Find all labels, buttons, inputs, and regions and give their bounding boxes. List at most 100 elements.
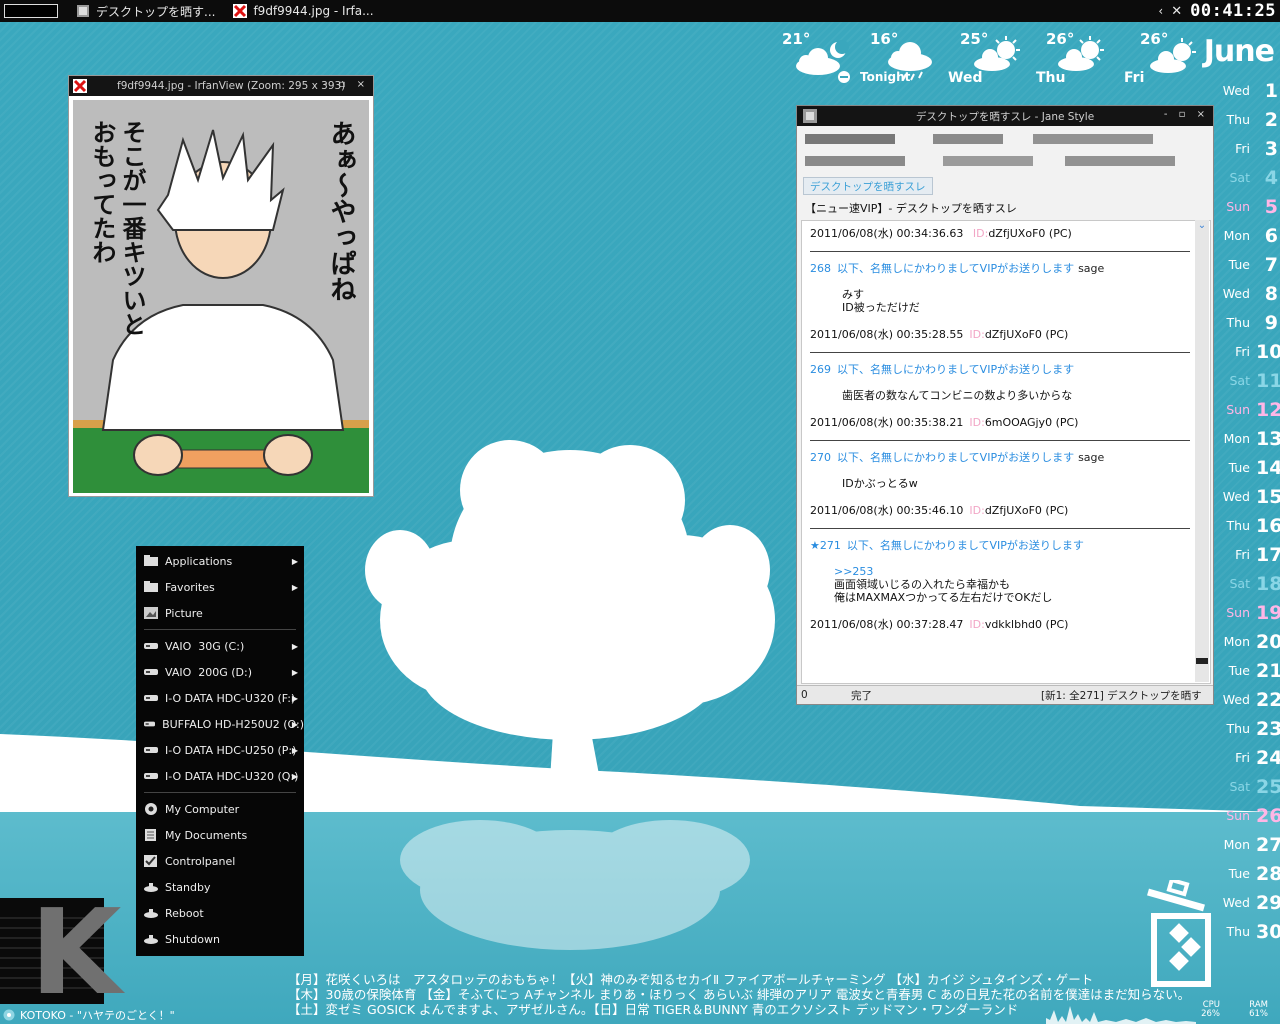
calendar-day: Fri 10 xyxy=(1212,337,1280,366)
menu-item-controlpanel[interactable]: Controlpanel xyxy=(136,848,304,874)
post: 268 以下、名無しにかわりましてVIPがお送りします sage みす ID被っただけだ… xyxy=(810,260,1190,353)
recycle-bin-icon[interactable] xyxy=(1142,880,1220,990)
post-date-row: 2011/06/08(水) 00:35:46.10 ID:dZfjUXoF0 (P… xyxy=(810,502,1190,518)
weather-fri: 26° Fri xyxy=(1122,28,1202,92)
post-id[interactable]: dZfjUXoF0 (PC) xyxy=(985,328,1068,341)
calendar-day: Tue 14 xyxy=(1212,453,1280,482)
taskbar: デスクトップを晒す... f9df9944.jpg - Irfa... ‹ ✕ … xyxy=(0,0,1280,22)
menu-separator xyxy=(144,792,296,793)
calendar-day: Wed 29 xyxy=(1212,888,1280,917)
menu-item-i-o-data-hdc-u320-f[interactable]: I-O DATA HDC-U320 (F:) ▶ xyxy=(136,685,304,711)
taskbar-workspace-box[interactable] xyxy=(4,4,58,18)
calendar-day: Sat 18 xyxy=(1212,569,1280,598)
menu-item-vaio-200g-d[interactable]: VAIO 200G (D:) ▶ xyxy=(136,659,304,685)
menu-item-applications[interactable]: Applications ▶ xyxy=(136,548,304,574)
window-titlebar[interactable]: デスクトップを晒すスレ - Jane Style - ▫ × xyxy=(797,106,1213,126)
calendar-date: 12 xyxy=(1256,398,1280,421)
calendar-weekday: Thu xyxy=(1226,518,1250,533)
chevron-left-icon[interactable]: ‹ xyxy=(1158,4,1163,18)
scrollbar[interactable]: ⌄ xyxy=(1195,220,1209,682)
post-date: 2011/06/08(水) 00:35:38.21 xyxy=(810,416,964,429)
weather-widget: 21° 16° Tonight 25° Wed 26° Thu 26° Fri xyxy=(776,28,1206,92)
irfanview-window[interactable]: f9df9944.jpg - IrfanView (Zoom: 295 x 39… xyxy=(68,75,374,497)
folder-icon xyxy=(144,555,158,566)
drive-icon xyxy=(144,695,158,701)
post-id[interactable]: dZfjUXoF0 (PC) xyxy=(985,504,1068,517)
calendar-weekday: Fri xyxy=(1235,547,1250,562)
submenu-arrow-icon: ▶ xyxy=(291,745,298,755)
post-date: 2011/06/08(水) 00:35:46.10 xyxy=(810,504,964,517)
post-anchor-link[interactable]: >>253 xyxy=(834,565,1190,578)
menu-item-buffalo-hd-h250u2-o[interactable]: BUFFALO HD-H250U2 (O:) ▶ xyxy=(136,711,304,737)
calendar-day: Sun 12 xyxy=(1212,395,1280,424)
tab-thread[interactable]: デスクトップを晒すスレ xyxy=(803,177,933,195)
post-line: 俺はMAXMAXつかってる左右だけでOKだし xyxy=(834,591,1053,604)
menu-item-picture[interactable]: Picture xyxy=(136,600,304,626)
post-header: ★271 以下、名無しにかわりましてVIPがお送りします xyxy=(810,537,1190,553)
calendar-day: Tue 28 xyxy=(1212,859,1280,888)
kotoko-album-art: K xyxy=(0,893,121,1011)
menu-item-label: My Documents xyxy=(165,828,248,842)
window-controls[interactable]: - ▫ × xyxy=(1164,109,1209,120)
taskbar-task-jane[interactable]: デスクトップを晒す... xyxy=(76,0,215,22)
calendar-date: 28 xyxy=(1256,862,1280,885)
post-id[interactable]: vdkklbhd0 (PC) xyxy=(985,618,1069,631)
menu-item-label: Picture xyxy=(165,606,203,620)
calendar-weekday: Wed xyxy=(1222,83,1250,98)
calendar-date: 27 xyxy=(1256,833,1280,856)
menu-item-my-computer[interactable]: My Computer xyxy=(136,796,304,822)
post-id: dZfjUXoF0 (PC) xyxy=(988,227,1072,240)
thread-title: 【ニュー速VIP】- デスクトップを晒すスレ xyxy=(805,202,1017,215)
post-number[interactable]: ★271 xyxy=(810,539,841,552)
post-number[interactable]: 268 xyxy=(810,262,831,275)
calendar-date: 19 xyxy=(1256,601,1280,624)
calendar-weekday: Sat xyxy=(1229,779,1251,794)
calendar-day: Wed 22 xyxy=(1212,685,1280,714)
scrollbar-thumb[interactable] xyxy=(1196,658,1208,664)
menu-item-reboot[interactable]: Reboot xyxy=(136,900,304,926)
close-icon[interactable]: ✕ xyxy=(1171,4,1182,19)
drive-icon xyxy=(144,773,158,779)
calendar-weekday: Sun xyxy=(1226,808,1250,823)
post-number[interactable]: 270 xyxy=(810,451,831,464)
jane-style-window[interactable]: デスクトップを晒すスレ - Jane Style - ▫ × デスクトップを晒す… xyxy=(796,105,1214,705)
menu-item-my-documents[interactable]: My Documents xyxy=(136,822,304,848)
sun-cloud-icon xyxy=(1058,36,1104,71)
calendar-date: 22 xyxy=(1256,688,1280,711)
posts-pane[interactable]: 2011/06/08(水) 00:34:36.63 ID:dZfjUXoF0 (… xyxy=(801,220,1211,684)
calendar-date: 21 xyxy=(1256,659,1280,682)
calendar-date: 17 xyxy=(1256,543,1280,566)
post-line: ID被っただけだ xyxy=(842,301,920,314)
manga-image: あぁ〜やっぱね そこが一番キツいと おもってたわ xyxy=(73,100,369,493)
post-id[interactable]: 6mOOAGjy0 (PC) xyxy=(985,416,1079,429)
document-icon xyxy=(803,109,817,123)
post-name: 以下、名無しにかわりましてVIPがお送りします xyxy=(837,363,1075,376)
menu-item-favorites[interactable]: Favorites ▶ xyxy=(136,574,304,600)
calendar-weekday: Sat xyxy=(1229,576,1251,591)
music-icon[interactable] xyxy=(3,1009,15,1021)
album-art-letter: K xyxy=(30,883,122,1021)
menu-item-i-o-data-hdc-u320-q[interactable]: I-O DATA HDC-U320 (Q:) ▶ xyxy=(136,763,304,789)
calendar-day: Thu 2 xyxy=(1212,105,1278,134)
post-date: 2011/06/08(水) 00:37:28.47 xyxy=(810,618,964,631)
chevron-down-icon[interactable]: ⌄ xyxy=(1195,220,1209,234)
window-titlebar[interactable]: f9df9944.jpg - IrfanView (Zoom: 295 x 39… xyxy=(69,76,373,96)
calendar-day: Sat 11 xyxy=(1212,366,1280,395)
window-controls[interactable]: - ▫ × xyxy=(324,79,369,90)
post-number[interactable]: 269 xyxy=(810,363,831,376)
taskbar-task-irfanview[interactable]: f9df9944.jpg - Irfa... xyxy=(233,0,374,22)
menu-item-i-o-data-hdc-u250-p[interactable]: I-O DATA HDC-U250 (P:) ▶ xyxy=(136,737,304,763)
speech-text-left-1: そこが一番キツいと xyxy=(118,120,147,336)
calendar-weekday: Sat xyxy=(1229,373,1251,388)
calendar-date: 20 xyxy=(1256,630,1280,653)
menu-item-label: I-O DATA HDC-U250 (P:) xyxy=(165,743,297,757)
weather-thu: 26° Thu xyxy=(1032,28,1112,92)
post-divider xyxy=(810,440,1190,441)
cpu-graph xyxy=(1046,1006,1196,1024)
menu-item-shutdown[interactable]: Shutdown xyxy=(136,926,304,952)
menu-item-vaio-30g-c[interactable]: VAIO 30G (C:) ▶ xyxy=(136,633,304,659)
post-mail: sage xyxy=(1078,262,1105,275)
post-body: みす ID被っただけだ xyxy=(842,288,1190,314)
post-date: 2011/06/08(水) 00:35:28.55 xyxy=(810,328,964,341)
menu-item-standby[interactable]: Standby xyxy=(136,874,304,900)
